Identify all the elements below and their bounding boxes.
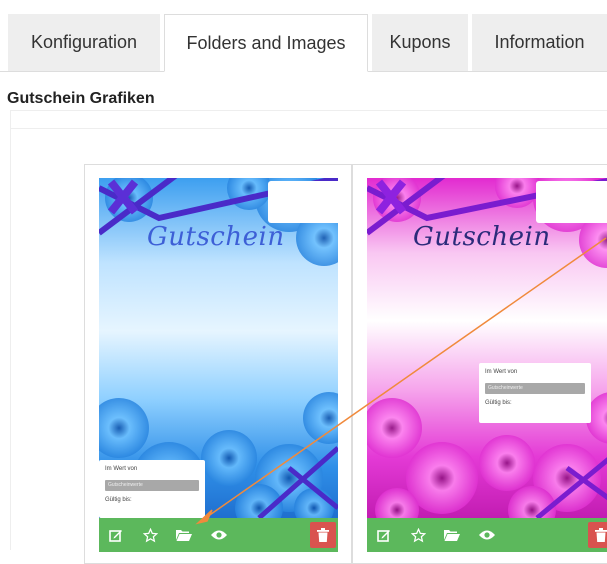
edit-button[interactable]	[371, 522, 397, 548]
divider	[10, 128, 607, 129]
value-label: Im Wert von	[485, 369, 518, 375]
valid-until-label: Gültig bis:	[105, 497, 132, 503]
star-icon	[410, 527, 426, 542]
tab-information[interactable]: Information	[472, 14, 607, 71]
value-label: Im Wert von	[105, 466, 138, 472]
star-icon	[142, 527, 158, 542]
trash-icon	[595, 528, 607, 542]
voucher-form: Im Wert von Gutscheinwerte Gültig bis:	[479, 363, 591, 423]
voucher-image-blue[interactable]: Gutschein Im Wert von Gutscheinwerte Gül…	[99, 178, 338, 518]
folder-open-icon	[176, 530, 192, 541]
edit-icon	[109, 530, 122, 542]
eye-icon	[479, 530, 495, 540]
tab-kupons[interactable]: Kupons	[372, 14, 468, 71]
value-field: Gutscheinwerte	[105, 480, 199, 491]
card-action-bar	[99, 518, 338, 552]
eye-icon	[211, 530, 227, 540]
delete-button[interactable]	[310, 522, 336, 548]
tab-konfiguration[interactable]: Konfiguration	[8, 14, 160, 71]
tab-bar: Konfiguration Folders and Images Kupons …	[0, 0, 607, 72]
folder-button[interactable]	[439, 522, 465, 548]
edit-icon	[377, 530, 390, 542]
voucher-title: Gutschein	[413, 222, 551, 252]
voucher-logo-area	[268, 181, 338, 223]
favorite-button[interactable]	[405, 522, 431, 548]
trash-icon	[317, 528, 329, 542]
voucher-image-pink[interactable]: Gutschein Im Wert von Gutscheinwerte Gül…	[367, 178, 607, 518]
preview-button[interactable]	[206, 522, 232, 548]
folder-open-icon	[444, 530, 460, 541]
delete-button[interactable]	[588, 522, 607, 548]
voucher-card: Gutschein Im Wert von Gutscheinwerte Gül…	[352, 164, 607, 564]
card-action-bar	[367, 518, 607, 552]
section-title: Gutschein Grafiken	[7, 90, 155, 107]
value-field: Gutscheinwerte	[485, 383, 585, 394]
preview-button[interactable]	[474, 522, 500, 548]
folder-button[interactable]	[171, 522, 197, 548]
voucher-card: Gutschein Im Wert von Gutscheinwerte Gül…	[84, 164, 352, 564]
edit-button[interactable]	[103, 522, 129, 548]
favorite-button[interactable]	[137, 522, 163, 548]
valid-until-label: Gültig bis:	[485, 400, 512, 406]
voucher-form: Im Wert von Gutscheinwerte Gültig bis:	[99, 460, 205, 518]
voucher-logo-area	[536, 181, 607, 223]
voucher-title: Gutschein	[147, 222, 285, 252]
tab-folders-and-images[interactable]: Folders and Images	[164, 14, 368, 72]
